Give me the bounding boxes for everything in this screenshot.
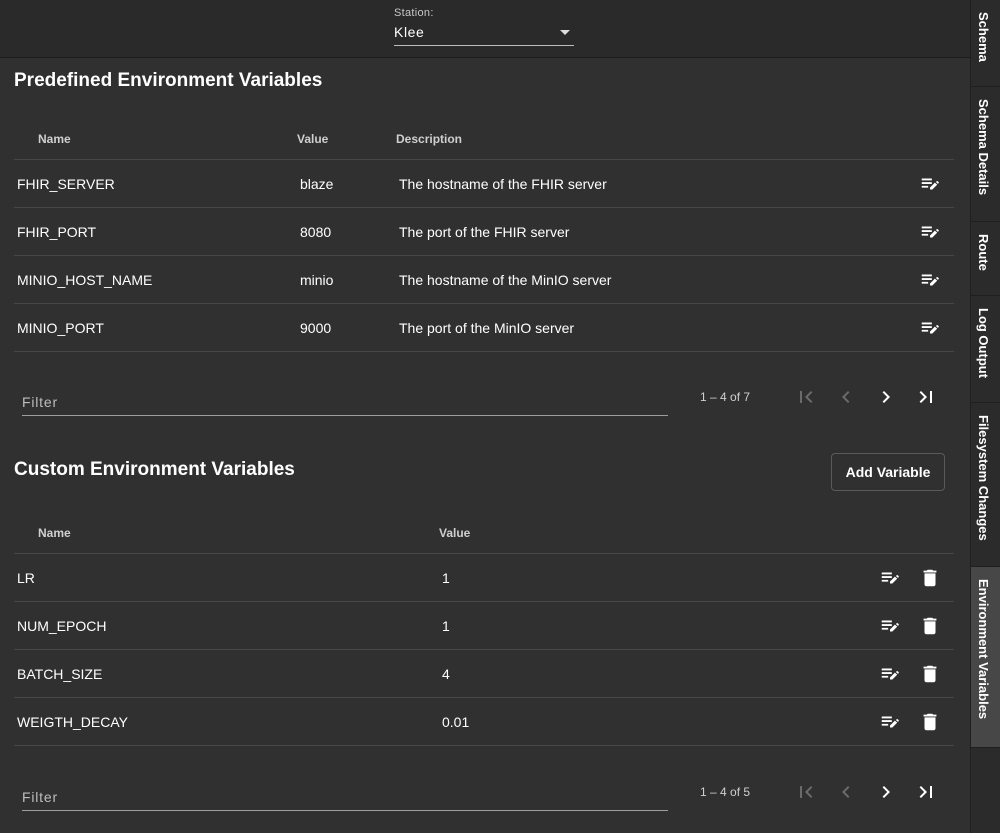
table-row: BATCH_SIZE 4: [14, 650, 954, 698]
last-page-icon[interactable]: [914, 780, 938, 804]
chevron-right-icon[interactable]: [874, 385, 898, 409]
variable-description: The port of the FHIR server: [399, 224, 570, 240]
chevron-right-icon[interactable]: [874, 780, 898, 804]
column-header-name: Name: [38, 132, 71, 146]
column-header-value: Value: [439, 526, 471, 540]
add-variable-button[interactable]: Add Variable: [831, 453, 945, 491]
tab-schema-details[interactable]: Schema Details: [971, 87, 1000, 222]
custom-title: Custom Environment Variables: [14, 459, 295, 480]
first-page-icon[interactable]: [794, 385, 818, 409]
tab-filesystem-changes[interactable]: Filesystem Changes: [971, 403, 1000, 567]
tab-schema[interactable]: Schema: [971, 0, 1000, 87]
station-label: Station:: [394, 7, 434, 19]
chevron-left-icon[interactable]: [834, 385, 858, 409]
edit-note-icon[interactable]: [879, 567, 901, 589]
predefined-table-header: Name Value Description: [14, 114, 954, 160]
table-row: NUM_EPOCH 1: [14, 602, 954, 650]
chevron-left-icon[interactable]: [834, 780, 858, 804]
variable-value: 0.01: [442, 714, 470, 730]
station-value: Klee: [394, 24, 425, 40]
filter-input[interactable]: [22, 390, 668, 414]
trash-icon[interactable]: [919, 663, 941, 685]
paginator-range-label: 1 – 4 of 5: [700, 785, 751, 799]
variable-name: FHIR_SERVER: [17, 176, 115, 192]
variable-description: The hostname of the FHIR server: [399, 176, 607, 192]
variable-value: 1: [442, 570, 450, 586]
edit-note-icon[interactable]: [919, 317, 941, 339]
main-content: Predefined Environment Variables Name Va…: [0, 58, 970, 833]
variable-description: The port of the MinIO server: [399, 320, 575, 336]
table-row: FHIR_PORT 8080 The port of the FHIR serv…: [14, 208, 954, 256]
edit-note-icon[interactable]: [879, 663, 901, 685]
tab-label: Schema: [976, 12, 991, 62]
filter-input[interactable]: [22, 785, 668, 809]
custom-table: Name Value LR 1 NUM_EPOCH 1 BATCH_SIZE 4…: [14, 508, 954, 746]
tab-label: Schema Details: [976, 99, 991, 196]
first-page-icon[interactable]: [794, 780, 818, 804]
table-row: LR 1: [14, 554, 954, 602]
tab-route[interactable]: Route: [971, 222, 1000, 296]
variable-name: FHIR_PORT: [17, 224, 97, 240]
custom-table-header: Name Value: [14, 508, 954, 554]
tab-label: Environment Variables: [976, 579, 991, 720]
trash-icon[interactable]: [919, 615, 941, 637]
variable-description: The hostname of the MinIO server: [399, 272, 612, 288]
tab-label: Log Output: [976, 308, 991, 379]
column-header-name: Name: [38, 526, 71, 540]
column-header-value: Value: [297, 132, 329, 146]
edit-note-icon[interactable]: [919, 221, 941, 243]
variable-name: MINIO_HOST_NAME: [17, 272, 153, 288]
variable-value: 4: [442, 666, 450, 682]
station-bar: Station: Klee: [0, 0, 970, 58]
edit-note-icon[interactable]: [879, 711, 901, 733]
last-page-icon[interactable]: [914, 385, 938, 409]
variable-name: MINIO_PORT: [17, 320, 104, 336]
variable-name: BATCH_SIZE: [17, 666, 103, 682]
tab-label: Route: [976, 234, 991, 271]
tab-environment-variables[interactable]: Environment Variables: [971, 567, 1000, 748]
predefined-table: Name Value Description FHIR_SERVER blaze…: [14, 114, 954, 352]
table-row: MINIO_HOST_NAME minio The hostname of th…: [14, 256, 954, 304]
variable-value: minio: [300, 272, 334, 288]
variable-name: WEIGTH_DECAY: [17, 714, 128, 730]
trash-icon[interactable]: [919, 711, 941, 733]
edit-note-icon[interactable]: [919, 173, 941, 195]
side-tab-bar: Schema Schema Details Route Log Output F…: [970, 0, 1000, 833]
edit-note-icon[interactable]: [919, 269, 941, 291]
variable-value: 1: [442, 618, 450, 634]
variable-value: blaze: [300, 176, 334, 192]
trash-icon[interactable]: [919, 567, 941, 589]
variable-value: 8080: [300, 224, 332, 240]
table-row: FHIR_SERVER blaze The hostname of the FH…: [14, 160, 954, 208]
variable-name: NUM_EPOCH: [17, 618, 107, 634]
caret-down-icon: [560, 30, 570, 35]
variable-name: LR: [17, 570, 35, 586]
custom-filter-field[interactable]: [22, 785, 668, 811]
table-row: WEIGTH_DECAY 0.01: [14, 698, 954, 746]
edit-note-icon[interactable]: [879, 615, 901, 637]
predefined-filter-field[interactable]: [22, 390, 668, 416]
paginator-range-label: 1 – 4 of 7: [700, 390, 751, 404]
variable-value: 9000: [300, 320, 332, 336]
station-selector: Station: Klee: [394, 7, 574, 46]
tab-log-output[interactable]: Log Output: [971, 296, 1000, 403]
column-header-description: Description: [396, 132, 463, 146]
tab-label: Filesystem Changes: [976, 415, 991, 541]
table-row: MINIO_PORT 9000 The port of the MinIO se…: [14, 304, 954, 352]
station-select[interactable]: Klee: [394, 24, 574, 46]
predefined-title: Predefined Environment Variables: [14, 70, 323, 91]
